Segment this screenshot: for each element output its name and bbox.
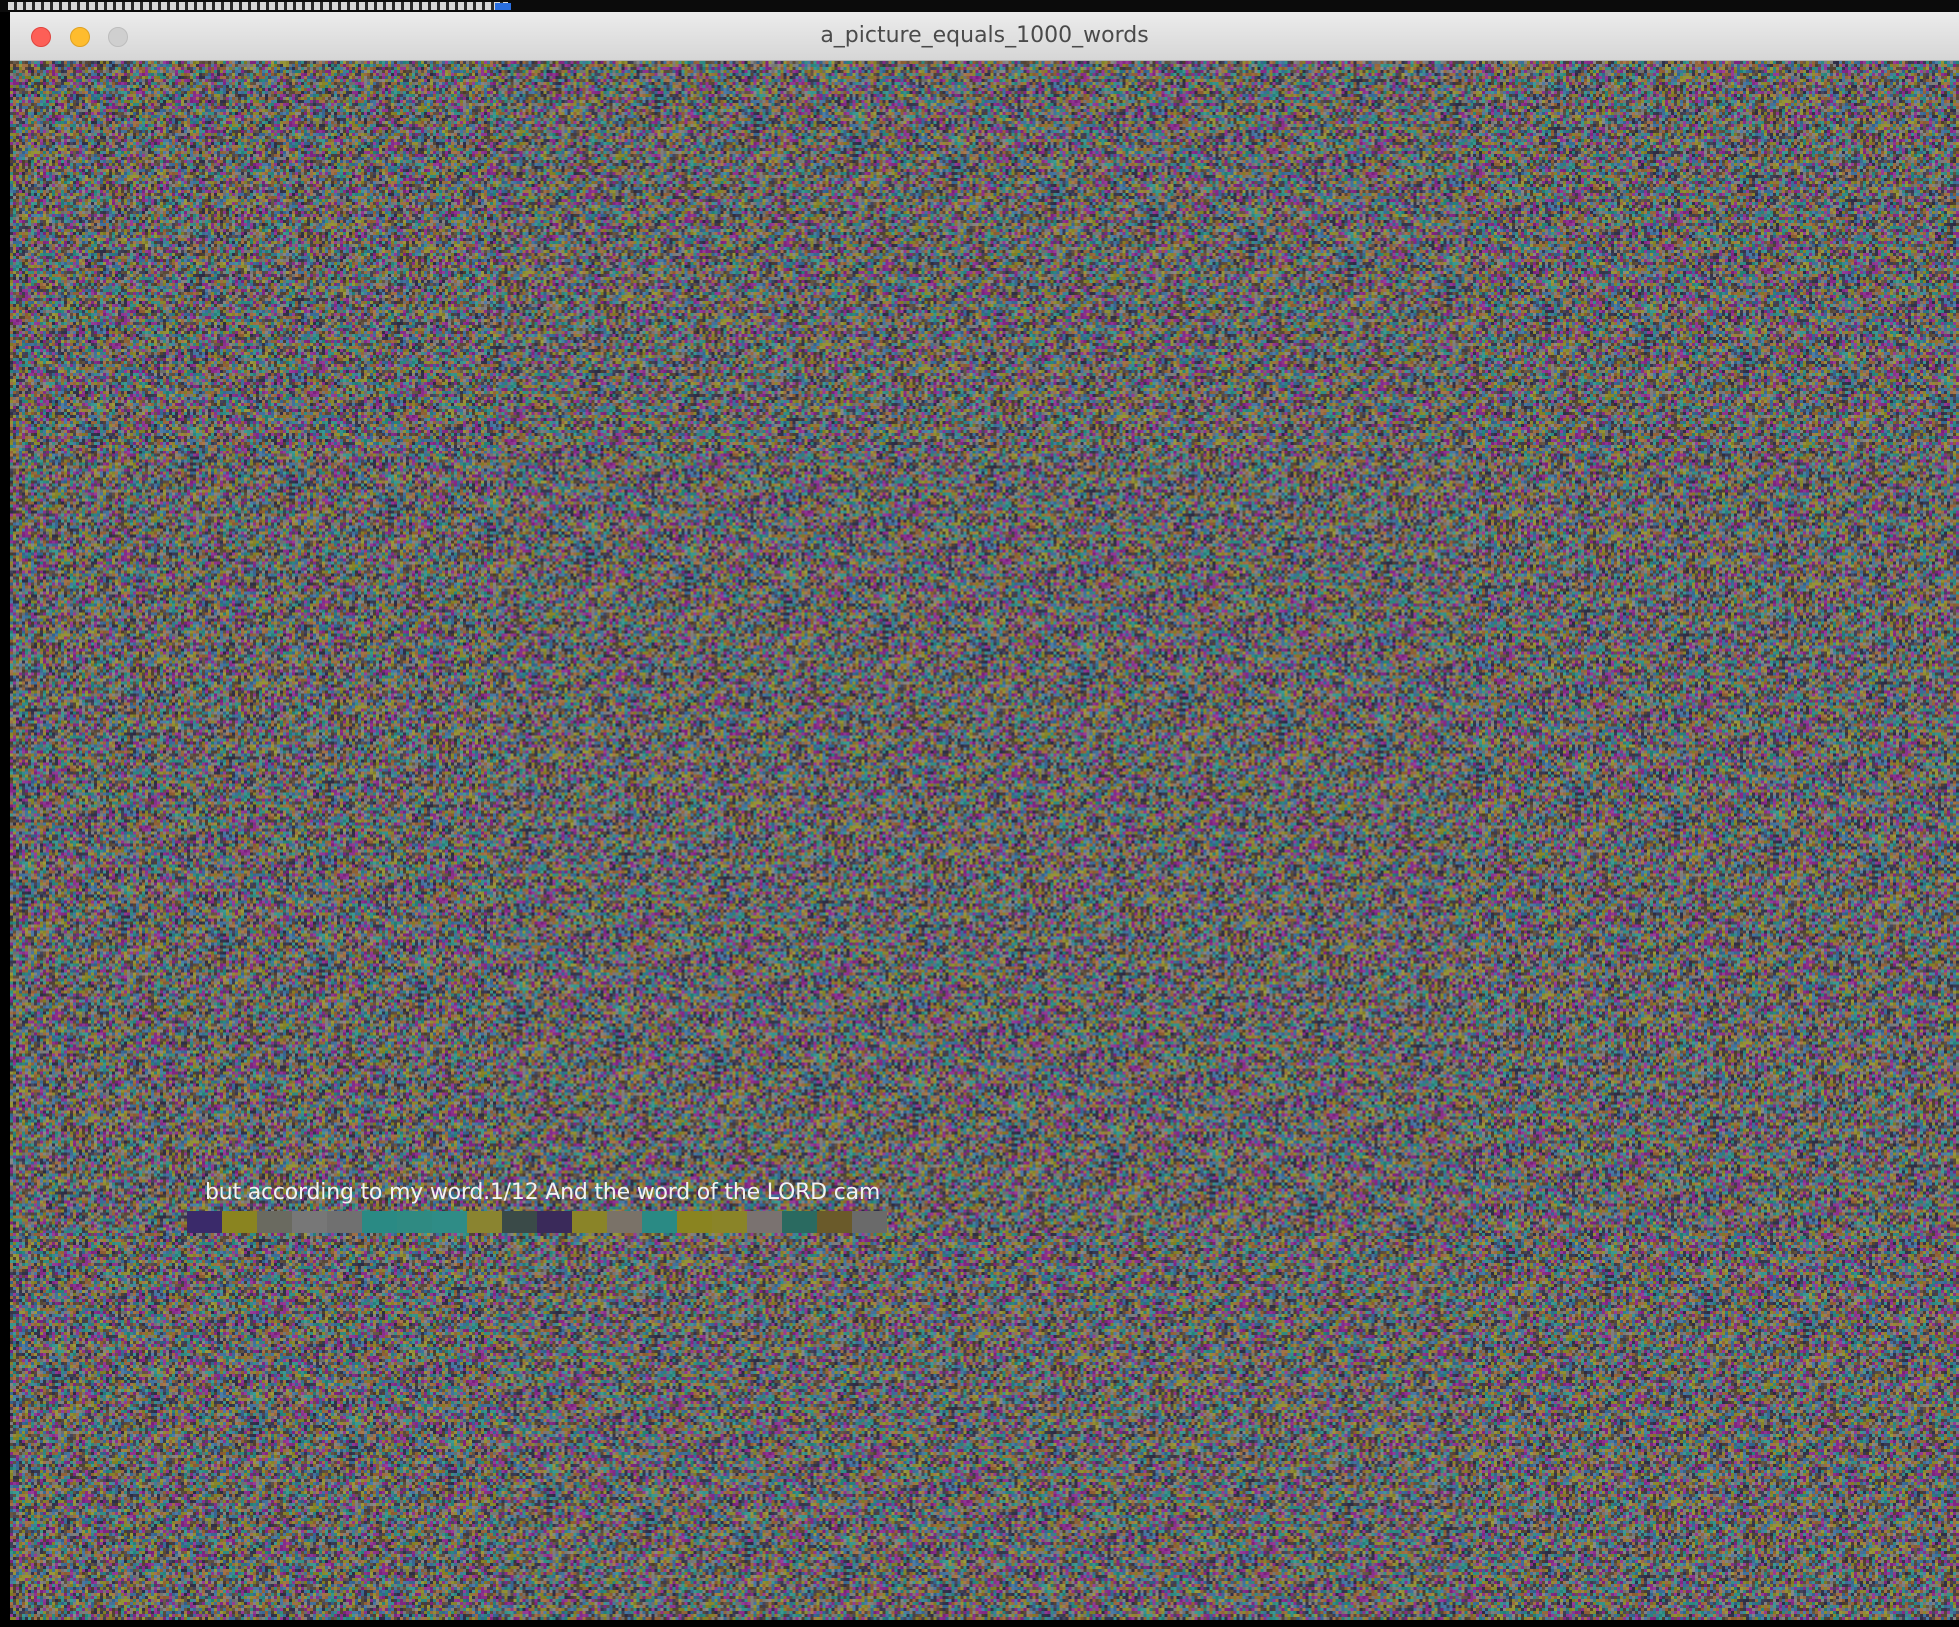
color-swatch	[712, 1211, 747, 1233]
window-title: a_picture_equals_1000_words	[820, 23, 1149, 48]
color-swatch	[292, 1211, 327, 1233]
noise-canvas	[10, 61, 1959, 1620]
color-swatch-row	[187, 1211, 887, 1233]
background-indicator	[495, 3, 511, 10]
desktop-screen: a_picture_equals_1000_words but accordin…	[0, 0, 1959, 1627]
color-swatch	[642, 1211, 677, 1233]
color-swatch	[327, 1211, 362, 1233]
color-swatch	[747, 1211, 782, 1233]
caption-text: but according to my word.1/12 And the wo…	[205, 1180, 881, 1205]
color-swatch	[607, 1211, 642, 1233]
color-swatch	[502, 1211, 537, 1233]
color-swatch	[362, 1211, 397, 1233]
title-bar[interactable]: a_picture_equals_1000_words	[10, 12, 1959, 61]
color-swatch	[397, 1211, 432, 1233]
sketch-canvas: but according to my word.1/12 And the wo…	[10, 61, 1959, 1620]
app-window: a_picture_equals_1000_words but accordin…	[10, 12, 1959, 1620]
color-swatch	[817, 1211, 852, 1233]
color-swatch	[187, 1211, 222, 1233]
color-swatch	[537, 1211, 572, 1233]
color-swatch	[572, 1211, 607, 1233]
background-window-edge	[0, 0, 1959, 12]
background-progress-strip	[8, 2, 508, 10]
color-swatch	[257, 1211, 292, 1233]
color-swatch	[782, 1211, 817, 1233]
color-swatch	[852, 1211, 887, 1233]
color-swatch	[432, 1211, 467, 1233]
color-swatch	[467, 1211, 502, 1233]
color-swatch	[677, 1211, 712, 1233]
color-swatch	[222, 1211, 257, 1233]
